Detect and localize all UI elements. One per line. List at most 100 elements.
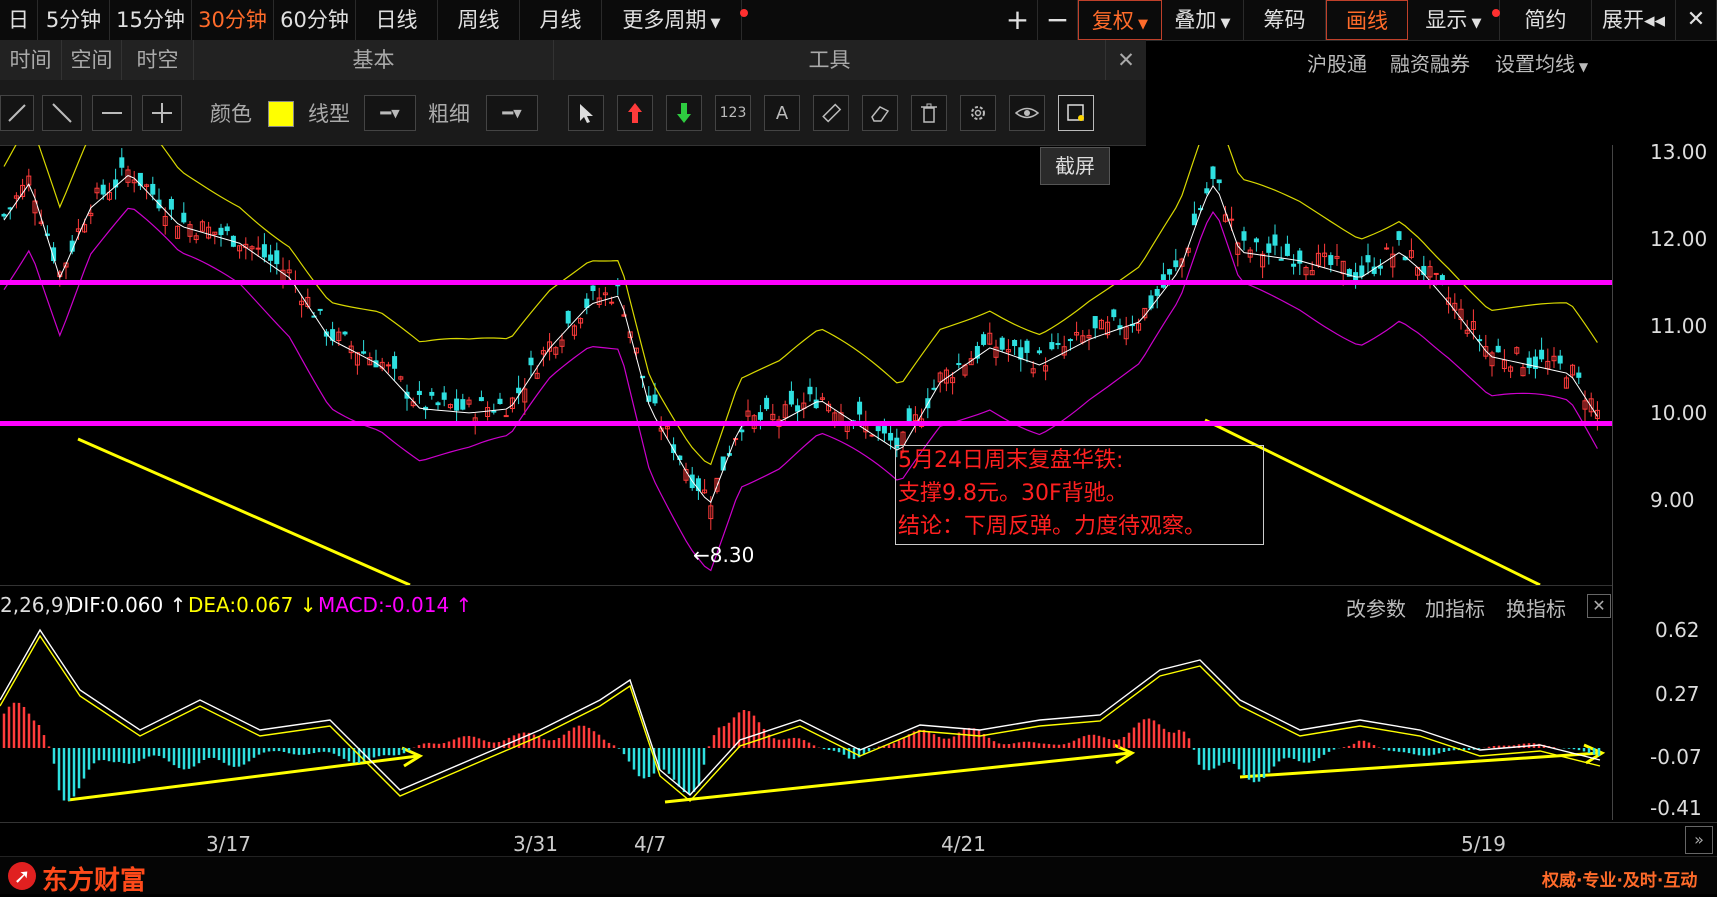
candle <box>454 398 460 411</box>
set-ma-link[interactable]: 设置均线 ▼ <box>1495 48 1588 77</box>
date-label: 4/7 <box>634 832 667 856</box>
text-icon[interactable]: A <box>764 95 800 131</box>
down-arrow-icon[interactable] <box>666 95 702 131</box>
period-5min[interactable]: 5分钟 <box>38 0 110 40</box>
price-tick: 10.00 <box>1650 401 1708 425</box>
brand-slogan: 权威·专业·及时·互动 <box>1542 871 1698 891</box>
number-text: 123 <box>719 105 747 121</box>
more-periods-dropdown[interactable]: 更多周期 ▼ <box>602 0 748 40</box>
fuquan-label: 复权 <box>1091 9 1134 33</box>
minus-icon[interactable]: − <box>1038 0 1078 40</box>
period-monthly[interactable]: 月线 <box>520 0 602 40</box>
hk-connect-link[interactable]: 沪股通 <box>1307 48 1367 77</box>
overlay-dropdown[interactable]: 叠加 ▼ <box>1162 0 1244 40</box>
crosshair-icon[interactable] <box>142 95 182 131</box>
macd-dea-value: DEA:0.067 <box>188 593 294 617</box>
segment-tool-icon[interactable] <box>42 95 82 131</box>
brand-name: 东方财富 <box>42 866 147 896</box>
tab-time[interactable]: 时间 <box>0 40 62 80</box>
plus-icon[interactable]: + <box>998 0 1038 40</box>
candle <box>1204 188 1210 194</box>
simple-mode-button[interactable]: 简约 <box>1500 0 1592 40</box>
tab-tools[interactable]: 工具 <box>554 40 1106 80</box>
candle <box>1557 355 1563 364</box>
eraser-icon[interactable] <box>862 95 898 131</box>
price-tick: 11.00 <box>1650 314 1708 338</box>
candle <box>416 390 422 396</box>
notification-dot <box>1492 9 1500 17</box>
caret-down-icon: ▼ <box>1575 60 1589 74</box>
period-toolbar: 日 5分钟 15分钟 30分钟 60分钟 日线 周线 月线 更多周期 ▼ + −… <box>0 0 1717 41</box>
middle-band-line <box>3 174 1598 504</box>
add-indicator-link[interactable]: 加指标 <box>1425 593 1485 622</box>
line-type-select[interactable]: ━ ▼ <box>364 95 416 131</box>
candle <box>342 331 348 335</box>
switch-indicator-link[interactable]: 换指标 <box>1506 593 1566 622</box>
tab-space[interactable]: 空间 <box>62 40 122 80</box>
candle <box>1092 316 1098 329</box>
eye-icon[interactable] <box>1009 95 1045 131</box>
candle <box>460 399 466 410</box>
cursor-icon[interactable] <box>568 95 604 131</box>
margin-trading-link[interactable]: 融资融券 <box>1390 48 1470 77</box>
ruler-icon[interactable] <box>813 95 849 131</box>
macd-tick: 0.27 <box>1655 682 1700 706</box>
number-icon[interactable]: 123 <box>715 95 751 131</box>
chips-button[interactable]: 筹码 <box>1244 0 1326 40</box>
screenshot-icon[interactable] <box>1058 95 1094 131</box>
color-swatch[interactable] <box>268 101 294 127</box>
macd-params: 2,26,9) <box>0 593 72 617</box>
scroll-right-icon[interactable]: » <box>1685 826 1713 854</box>
price-tick: 13.00 <box>1650 140 1708 164</box>
period-day-partial[interactable]: 日 <box>0 0 38 40</box>
more-periods-label: 更多周期 <box>622 8 707 32</box>
candle <box>1266 243 1272 253</box>
candle <box>255 247 261 250</box>
candle <box>1272 234 1278 246</box>
period-60min[interactable]: 60分钟 <box>274 0 356 40</box>
price-chart[interactable] <box>0 145 1612 585</box>
line-tool-icon[interactable] <box>0 95 34 131</box>
display-dropdown[interactable]: 显示 ▼ <box>1408 0 1500 40</box>
tab-spacetime[interactable]: 时空 <box>122 40 194 80</box>
horizontal-line-icon[interactable] <box>92 95 132 131</box>
low-price-label: ←8.30 <box>693 543 754 567</box>
candle <box>1049 342 1055 350</box>
candle <box>609 301 615 304</box>
close-indicator-icon[interactable]: ✕ <box>1587 594 1611 618</box>
candle <box>150 183 156 195</box>
panel-close-icon[interactable]: ✕ <box>1106 40 1146 80</box>
candle <box>1359 265 1365 277</box>
candle <box>274 250 280 265</box>
candle <box>565 310 571 324</box>
candle <box>1173 260 1179 268</box>
period-30min[interactable]: 30分钟 <box>192 0 274 40</box>
candle <box>1024 340 1030 353</box>
period-15min[interactable]: 15分钟 <box>110 0 192 40</box>
period-weekly[interactable]: 周线 <box>438 0 520 40</box>
expand-button[interactable]: 展开◂◂ <box>1592 0 1676 40</box>
price-tick: 9.00 <box>1650 488 1695 512</box>
period-daily[interactable]: 日线 <box>356 0 438 40</box>
thickness-select[interactable]: ━ ▼ <box>486 95 538 131</box>
candle <box>441 392 447 400</box>
candle <box>119 157 125 168</box>
up-arrow-icon[interactable] <box>617 95 653 131</box>
draw-line-button[interactable]: 画线 <box>1326 0 1408 40</box>
trash-icon[interactable] <box>911 95 947 131</box>
tab-basic[interactable]: 基本 <box>194 40 554 80</box>
candle <box>813 399 819 409</box>
candle <box>1576 372 1582 378</box>
line-type-label: 线型 <box>308 102 350 126</box>
candle <box>361 351 367 354</box>
fuquan-dropdown[interactable]: 复权 ▼ <box>1078 0 1162 40</box>
candle <box>999 337 1005 350</box>
close-x-icon[interactable]: ✕ <box>1676 0 1717 40</box>
gear-icon[interactable] <box>960 95 996 131</box>
candle <box>906 408 912 422</box>
macd-chart[interactable] <box>0 620 1612 820</box>
change-params-link[interactable]: 改参数 <box>1346 593 1406 622</box>
candle <box>757 412 763 420</box>
candle <box>590 285 596 292</box>
candle <box>795 405 801 412</box>
